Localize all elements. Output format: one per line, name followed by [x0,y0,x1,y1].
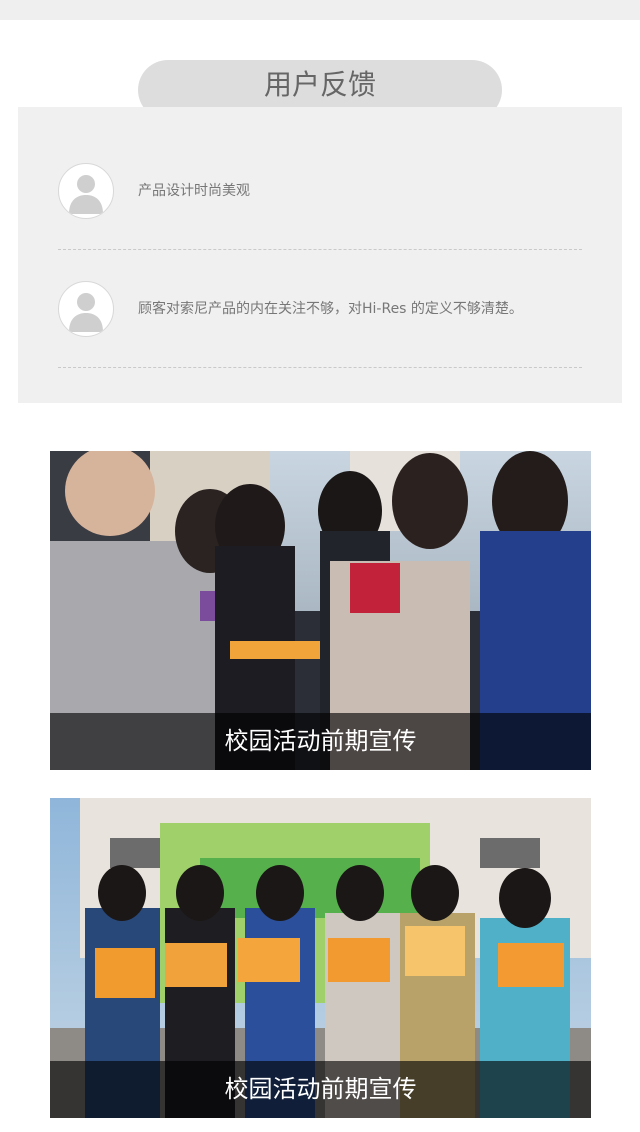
user-avatar-icon [58,163,114,219]
top-bar [0,0,640,20]
caption-bar: 校园活动前期宣传 [50,1061,591,1118]
event-photo: 校园活动前期宣传 [50,451,591,770]
photo-caption: 校园活动前期宣传 [224,727,417,755]
divider [58,367,582,368]
divider [58,249,582,250]
photo-caption: 校园活动前期宣传 [224,1075,417,1103]
feedback-title: 用户反馈 [263,68,376,101]
feedback-text: 产品设计时尚美观 [138,183,250,199]
event-photo: 校园活动前期宣传 [50,798,591,1118]
user-avatar-icon [58,281,114,337]
feedback-text: 顾客对索尼产品的内在关注不够，对Hi-Res 的定义不够清楚。 [138,301,523,317]
caption-bar: 校园活动前期宣传 [50,713,591,770]
feedback-panel: 产品设计时尚美观 顾客对索尼产品的内在关注不够，对Hi-Res 的定义不够清楚。 [18,107,622,403]
